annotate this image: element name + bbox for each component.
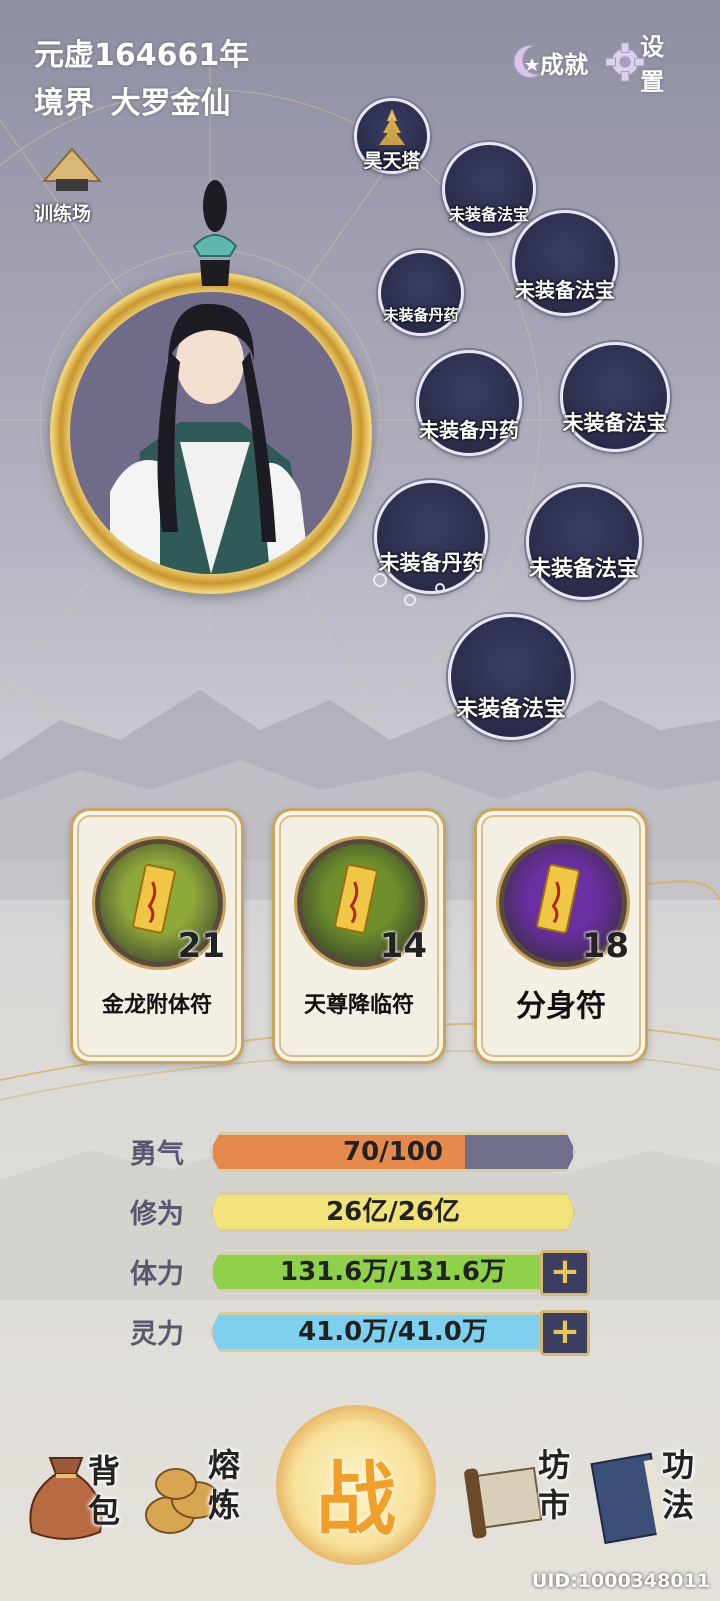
stat-bar: 26亿/26亿 — [210, 1192, 576, 1232]
nav-smelt-label-2: 炼 — [207, 1486, 240, 1524]
nav-smelt-label-1: 熔 — [207, 1446, 240, 1484]
realm-line: 境界 大罗金仙 — [34, 78, 230, 122]
battle-button[interactable]: 战 — [276, 1405, 436, 1565]
nav-smelt[interactable]: 熔 炼 — [140, 1430, 270, 1560]
nav-market-label-1: 坊 — [537, 1446, 570, 1484]
equip-slot-treasure-1[interactable]: 未装备法宝 — [442, 142, 536, 236]
stat-row-spirit: 灵力 41.0万/41.0万 + — [130, 1310, 590, 1356]
stat-value: 41.0万/41.0万 — [298, 1317, 488, 1347]
slot-label: 未装备丹药 — [419, 418, 519, 442]
talisman-paper-icon — [334, 863, 378, 934]
pagoda-icon — [379, 109, 405, 145]
character-avatar — [70, 292, 352, 574]
slot-label: 未装备法宝 — [562, 411, 668, 435]
stat-bar: 131.6万/131.6万 — [210, 1252, 576, 1292]
slot-label: 未装备法宝 — [529, 557, 640, 582]
talisman-card-celestial-lord[interactable]: 14 天尊降临符 — [272, 808, 446, 1064]
slot-label: 未装备法宝 — [455, 697, 566, 722]
slot-label: 未装备法宝 — [515, 278, 615, 302]
equip-slot-treasure-3[interactable]: 未装备法宝 — [560, 342, 670, 452]
talisman-name: 金龙附体符 — [101, 993, 212, 1018]
talisman-name: 分身符 — [516, 989, 606, 1024]
achievement-label: 成就 — [540, 50, 588, 79]
spirit-add-button[interactable]: + — [540, 1310, 590, 1356]
nav-skills[interactable]: 功 法 — [590, 1430, 710, 1560]
nav-skills-label-1: 功 — [661, 1446, 694, 1484]
equip-slot-treasure-5[interactable]: 未装备法宝 — [448, 614, 574, 740]
equip-slot-treasure-2[interactable]: 未装备法宝 — [512, 210, 618, 316]
stat-label: 灵力 — [130, 1319, 184, 1350]
stat-value: 70/100 — [343, 1137, 443, 1167]
equip-slot-pill-1[interactable]: 未装备丹药 — [378, 250, 464, 336]
nav-market[interactable]: 坊 市 — [462, 1430, 582, 1560]
stat-value: 26亿/26亿 — [326, 1197, 460, 1227]
slot-label: 未装备丹药 — [383, 306, 459, 324]
talisman-paper-icon — [536, 863, 580, 934]
realm-value: 大罗金仙 — [110, 86, 231, 121]
nav-market-label-2: 市 — [537, 1486, 570, 1524]
talisman-name: 天尊降临符 — [303, 993, 414, 1018]
realm-label: 境界 — [34, 86, 94, 121]
treasure-label: 昊天塔 — [363, 150, 421, 172]
battle-label: 战 — [316, 1453, 396, 1546]
uid-text: UID:1000348011 — [531, 1570, 710, 1592]
straw-hat-icon — [41, 147, 103, 191]
equip-slot-pill-2[interactable]: 未装备丹药 — [416, 350, 522, 456]
talisman-count: 21 — [177, 926, 225, 966]
talisman-card-clone[interactable]: 18 分身符 — [474, 808, 648, 1064]
stat-row-stamina: 体力 131.6万/131.6万 + — [130, 1250, 590, 1296]
talisman-paper-icon — [132, 863, 176, 934]
treasure-slot-haotian[interactable]: 昊天塔 — [354, 98, 430, 174]
nav-bag[interactable]: 背 包 — [20, 1430, 130, 1560]
stat-label: 修为 — [130, 1199, 184, 1230]
nav-skills-label-2: 法 — [661, 1486, 694, 1524]
settings-button[interactable]: 设置 — [604, 28, 686, 96]
nav-bag-label-2: 包 — [87, 1492, 120, 1530]
training-ground-button[interactable]: 训练场 — [34, 145, 114, 225]
nav-bag-label-1: 背 — [87, 1452, 120, 1490]
training-label: 训练场 — [34, 203, 92, 225]
stat-label: 勇气 — [130, 1139, 184, 1170]
stat-row-courage: 勇气 70/100 — [130, 1130, 590, 1172]
talisman-card-golden-dragon[interactable]: 21 金龙附体符 — [70, 808, 244, 1064]
hair-crown — [192, 180, 238, 286]
achievement-button[interactable]: 成就 — [508, 28, 590, 96]
stat-value: 131.6万/131.6万 — [280, 1257, 506, 1287]
era-text: 元虚164661年 — [34, 38, 250, 73]
equip-slot-treasure-4[interactable]: 未装备法宝 — [526, 484, 642, 600]
stat-bar: 41.0万/41.0万 — [210, 1312, 576, 1352]
stat-label: 体力 — [130, 1259, 184, 1290]
talisman-count: 18 — [581, 926, 629, 966]
slot-label: 未装备法宝 — [448, 205, 529, 224]
talisman-count: 14 — [379, 926, 427, 966]
stat-bar: 70/100 — [210, 1132, 576, 1172]
character-portrait-frame[interactable] — [50, 180, 372, 594]
settings-label: 设置 — [640, 33, 665, 96]
stamina-add-button[interactable]: + — [540, 1250, 590, 1296]
decor-rings — [373, 573, 445, 606]
stat-row-cultivation: 修为 26亿/26亿 — [130, 1190, 590, 1232]
